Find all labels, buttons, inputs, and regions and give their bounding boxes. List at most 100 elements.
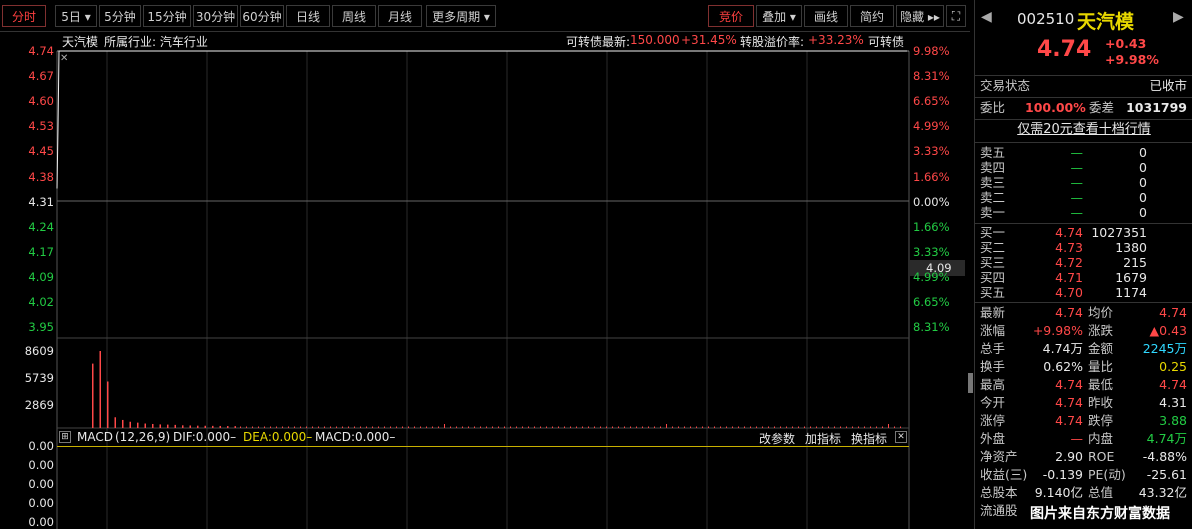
- volume-bar: [804, 426, 805, 428]
- volume-bar: [564, 426, 565, 428]
- tab-5min[interactable]: 5分钟: [99, 5, 141, 27]
- volume-bar: [660, 426, 661, 428]
- volume-bar: [258, 426, 259, 428]
- volume-bar: [540, 426, 541, 428]
- hide-button[interactable]: 隐藏 ▸▸: [896, 5, 944, 27]
- tab-daily[interactable]: 日线: [286, 5, 330, 27]
- volume-bar: [768, 426, 769, 428]
- macd-params: (12,26,9): [115, 430, 171, 444]
- volume-bar: [498, 426, 499, 428]
- stat-label: 总手: [980, 341, 1006, 356]
- volume-bar: [840, 426, 841, 428]
- volume-bar: [432, 426, 433, 428]
- overlay-button[interactable]: 叠加 ▾: [756, 5, 802, 27]
- volume-bar: [330, 426, 331, 428]
- stat-label: PE(动): [1088, 467, 1126, 482]
- ten-level-link[interactable]: 仅需20元查看十档行情: [975, 121, 1192, 139]
- volume-bar: [636, 426, 637, 428]
- industry-label: 所属行业: 汽车行业: [104, 35, 208, 49]
- draw-line-button[interactable]: 画线: [804, 5, 848, 27]
- volume-bar: [786, 426, 787, 428]
- add-indicator-button[interactable]: 加指标: [805, 430, 841, 447]
- volume-tick: 8609: [24, 344, 54, 358]
- stat-value: 4.74万: [1146, 431, 1187, 446]
- stat-value: 0.62%: [1043, 359, 1083, 374]
- stat-label: 均价: [1088, 305, 1114, 320]
- volume-bar: [816, 426, 817, 428]
- volume-bar: [420, 426, 421, 428]
- stat-row: 涨幅 +9.98% 涨跌 ▲0.43: [975, 322, 1192, 340]
- close-icon[interactable]: ✕: [60, 53, 68, 64]
- volume-bar: [92, 363, 94, 428]
- volume-bar: [546, 426, 547, 428]
- change-params-button[interactable]: 改参数: [759, 430, 795, 447]
- volume-bar: [810, 426, 811, 428]
- cb-latest-pct: +31.45%: [681, 33, 737, 47]
- volume-bar: [152, 423, 154, 428]
- volume-bar: [474, 426, 475, 428]
- trade-status-row: 交易状态 已收市: [980, 78, 1187, 93]
- premium-label: 转股溢价率:: [740, 35, 805, 49]
- prev-stock-icon[interactable]: ◀: [981, 9, 992, 25]
- volume-bar: [780, 426, 781, 428]
- price-pct: +9.98%: [1105, 52, 1159, 67]
- pct-tick: 1.66%: [913, 219, 950, 234]
- volume-bar: [642, 426, 643, 428]
- volume-bar: [648, 426, 649, 428]
- volume-bar: [324, 426, 325, 428]
- macd-close-icon[interactable]: ✕: [895, 431, 907, 443]
- pct-tick: 1.66%: [913, 169, 950, 184]
- premium-value: +33.23%: [808, 33, 864, 47]
- order-ratio: 100.00%: [1025, 100, 1086, 115]
- volume-bar: [468, 426, 469, 428]
- volume-bar: [528, 426, 529, 428]
- simple-button[interactable]: 简约: [850, 5, 894, 27]
- volume-bar: [798, 426, 799, 428]
- macd-dea: DEA:0.000–: [243, 430, 313, 444]
- volume-bar: [396, 426, 397, 428]
- volume-bar: [212, 425, 214, 428]
- macd-settings-icon[interactable]: ⊞: [59, 431, 71, 443]
- volume-bar: [852, 426, 853, 428]
- stat-label: 内盘: [1088, 431, 1114, 446]
- tab-more-periods[interactable]: 更多周期 ▾: [426, 5, 496, 27]
- tab-15min[interactable]: 15分钟: [143, 5, 191, 27]
- order-ratio-row: 委比 100.00% 委差 1031799: [980, 100, 1187, 115]
- stat-value: 4.74: [1055, 377, 1083, 392]
- switch-indicator-button[interactable]: 换指标: [851, 430, 887, 447]
- stat-label: ROE: [1088, 449, 1115, 464]
- stock-code: 002510: [1017, 10, 1075, 28]
- fullscreen-icon[interactable]: ⛶: [946, 5, 966, 27]
- pct-tick: 0.00%: [913, 194, 950, 209]
- level-price: —: [1070, 205, 1084, 220]
- stat-value: 3.88: [1159, 413, 1187, 428]
- volume-bar: [714, 426, 715, 428]
- volume-bar: [678, 426, 679, 428]
- stat-row: 换手 0.62% 量比 0.25: [975, 358, 1192, 376]
- volume-bar: [372, 426, 373, 428]
- volume-bar: [159, 424, 161, 428]
- tab-monthly[interactable]: 月线: [378, 5, 422, 27]
- volume-tick: 5739: [24, 371, 54, 385]
- tab-5day[interactable]: 5日 ▾: [55, 5, 97, 27]
- next-stock-icon[interactable]: ▶: [1173, 9, 1184, 25]
- pct-tick: 3.33%: [913, 244, 950, 259]
- volume-bar: [828, 426, 829, 428]
- volume-bar: [582, 426, 583, 428]
- order-book-row: 卖一 — 0: [975, 204, 1192, 222]
- tab-fenshi[interactable]: 分时: [2, 5, 46, 27]
- panel-splitter-handle[interactable]: [968, 373, 973, 393]
- stat-label: 总值: [1088, 485, 1114, 500]
- pct-tick: 8.31%: [913, 320, 950, 335]
- tab-weekly[interactable]: 周线: [332, 5, 376, 27]
- auction-button[interactable]: 竞价: [708, 5, 754, 27]
- pct-tick: 9.98%: [913, 44, 950, 58]
- stat-value: -25.61: [1146, 467, 1187, 482]
- tab-30min[interactable]: 30分钟: [193, 5, 238, 27]
- volume-bar: [318, 426, 319, 428]
- stat-row: 净资产 2.90 ROE -4.88%: [975, 448, 1192, 466]
- volume-bar: [456, 426, 457, 428]
- stat-value: 4.31: [1159, 395, 1187, 410]
- tab-60min[interactable]: 60分钟: [240, 5, 284, 27]
- volume-bar: [834, 426, 835, 428]
